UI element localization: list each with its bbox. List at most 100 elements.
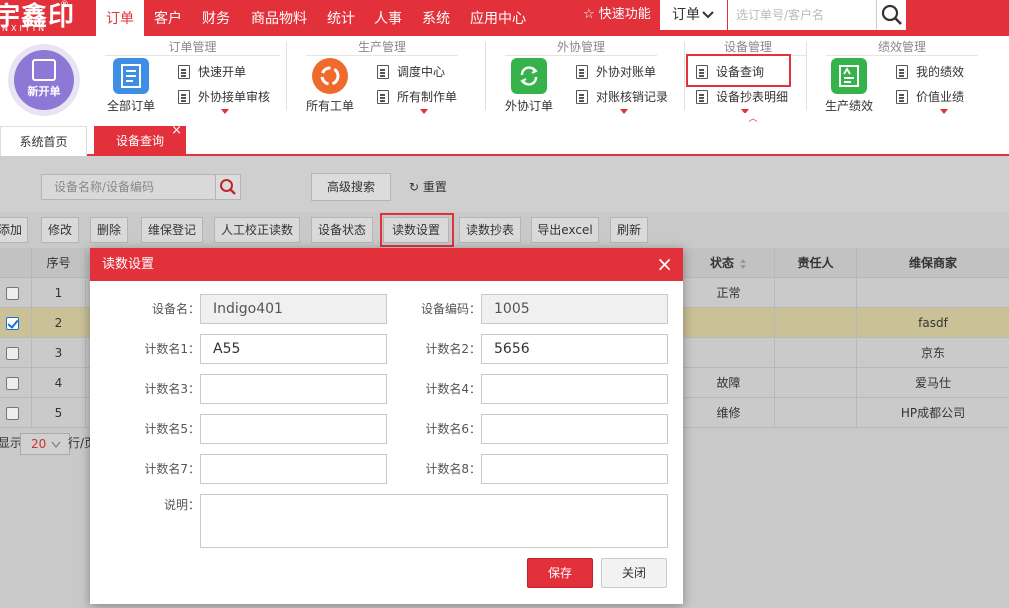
counter-6-field[interactable] — [481, 414, 668, 444]
row-vendor: fasdf — [918, 316, 948, 330]
row-owner — [775, 338, 857, 368]
header-status-label: 状态 — [709, 256, 734, 270]
search-type-select[interactable]: 订单 — [660, 0, 727, 30]
dispatch-center-label: 调度中心 — [397, 65, 446, 79]
production-performance-button[interactable]: 生产绩效 — [821, 58, 877, 116]
reset-button[interactable]: ↻ 重置 — [409, 178, 447, 195]
tab-equipment-query[interactable]: 设备查询 × — [94, 124, 186, 156]
close-icon[interactable]: × — [171, 124, 182, 138]
new-order-label: 新开单 — [27, 85, 61, 98]
document-icon — [377, 65, 389, 79]
counter-2-field[interactable]: 5656 — [481, 334, 668, 364]
quick-functions-label: 快速功能 — [598, 7, 651, 22]
device-name-field[interactable]: Indigo401 — [200, 294, 387, 324]
edit-icon — [32, 59, 56, 81]
page-size-select[interactable]: 20 — [20, 433, 70, 455]
nav-stats[interactable]: 统计 — [321, 0, 361, 36]
refresh-button[interactable]: 刷新 — [610, 217, 648, 243]
close-icon[interactable]: × — [656, 248, 673, 281]
cancel-button[interactable]: 关闭 — [601, 558, 667, 588]
edit-button[interactable]: 修改 — [41, 217, 79, 243]
counter-1-field[interactable]: A55 — [200, 334, 387, 364]
counter-3-field[interactable] — [200, 374, 387, 404]
caret-down-icon[interactable] — [420, 109, 428, 114]
counter-5-field[interactable] — [200, 414, 387, 444]
maintenance-register-button[interactable]: 维保登记 — [141, 217, 203, 243]
tab-home[interactable]: 系统首页 — [0, 126, 87, 156]
order-search-input[interactable] — [728, 0, 876, 30]
nav-hr[interactable]: 人事 — [368, 0, 408, 36]
outsource-orders-button[interactable]: 外协订单 — [501, 58, 557, 116]
add-button[interactable]: 添加 — [0, 217, 28, 243]
collapse-ribbon-icon[interactable]: ︿ — [741, 113, 765, 125]
row-no: 3 — [32, 338, 86, 368]
device-code-label: 设备编码： — [420, 302, 481, 316]
row-checkbox[interactable] — [6, 377, 19, 390]
caret-down-icon[interactable] — [940, 109, 948, 114]
counter-1-label: 计数名1： — [144, 342, 200, 356]
outsource-statement-button[interactable]: 外协对账单 — [574, 62, 656, 82]
my-performance-button[interactable]: 我的绩效 — [894, 62, 964, 82]
nav-goods[interactable]: 商品物料 — [245, 0, 313, 36]
outsource-review-button[interactable]: 外协接单审核 — [176, 87, 270, 107]
all-workorders-button[interactable]: 所有工单 — [302, 58, 358, 116]
advanced-search-button[interactable]: 高级搜索 — [311, 173, 391, 201]
counter-8-field[interactable] — [481, 454, 668, 484]
row-status — [683, 308, 775, 338]
counter-2-label: 计数名2： — [425, 342, 481, 356]
orders-list-icon — [113, 58, 149, 94]
row-owner — [775, 308, 857, 338]
row-owner — [775, 368, 857, 398]
equipment-search-button[interactable] — [215, 174, 241, 200]
nav-customer[interactable]: 客户 — [148, 0, 188, 36]
quick-functions[interactable]: ☆ 快速功能 — [583, 0, 651, 36]
reset-label: 重置 — [422, 180, 447, 194]
caret-down-icon[interactable] — [620, 109, 628, 114]
meter-reading-detail-button[interactable]: 设备抄表明细 — [694, 87, 788, 107]
order-search-button[interactable] — [876, 0, 906, 30]
device-code-field[interactable]: 1005 — [481, 294, 668, 324]
nav-app-center[interactable]: 应用中心 — [464, 0, 532, 36]
counter-4-field[interactable] — [481, 374, 668, 404]
new-order-button[interactable]: 新开单 — [8, 44, 80, 116]
counter-6-label: 计数名6： — [425, 422, 481, 436]
reconciliation-record-button[interactable]: 对账核销记录 — [574, 87, 668, 107]
all-orders-label: 全部订单 — [106, 99, 155, 113]
nav-order[interactable]: 订单 — [96, 0, 144, 36]
header-status[interactable]: 状态 — [683, 248, 775, 278]
all-production-sheets-button[interactable]: 所有制作单 — [375, 87, 457, 107]
description-textarea[interactable] — [200, 494, 668, 548]
nav-system[interactable]: 系统 — [416, 0, 456, 36]
row-checkbox[interactable] — [6, 407, 19, 420]
row-checkbox-checked[interactable] — [6, 317, 19, 330]
counter-5-label: 计数名5： — [144, 422, 200, 436]
search-type-label: 订单 — [672, 7, 700, 23]
counter-7-field[interactable] — [200, 454, 387, 484]
brand-logo[interactable]: 宇鑫印 ® NXIYIN — [0, 0, 95, 36]
logo-registered-mark: ® — [60, 0, 69, 10]
delete-button[interactable]: 删除 — [90, 217, 128, 243]
caret-down-icon[interactable] — [221, 109, 229, 114]
row-owner — [775, 278, 857, 308]
my-performance-label: 我的绩效 — [916, 65, 965, 79]
equipment-status-button[interactable]: 设备状态 — [311, 217, 373, 243]
document-icon — [696, 90, 708, 104]
dispatch-center-button[interactable]: 调度中心 — [375, 62, 445, 82]
value-performance-button[interactable]: 价值业绩 — [894, 87, 964, 107]
all-orders-button[interactable]: 全部订单 — [103, 58, 159, 116]
manual-correct-reading-button[interactable]: 人工校正读数 — [214, 217, 300, 243]
chevron-down-icon — [702, 11, 714, 19]
row-checkbox[interactable] — [6, 287, 19, 300]
logo-subtext: NXIYIN — [2, 24, 48, 33]
reading-record-button[interactable]: 读数抄表 — [459, 217, 521, 243]
equipment-search-input[interactable]: 设备名称/设备编码 — [41, 174, 216, 200]
quick-order-button[interactable]: 快速开单 — [176, 62, 246, 82]
export-excel-button[interactable]: 导出excel — [531, 217, 599, 243]
document-icon — [896, 90, 908, 104]
save-button[interactable]: 保存 — [527, 558, 593, 588]
tab-equipment-query-label: 设备查询 — [115, 134, 164, 148]
row-checkbox[interactable] — [6, 347, 19, 360]
row-status: 维修 — [683, 398, 775, 428]
search-icon — [881, 4, 902, 25]
nav-finance[interactable]: 财务 — [196, 0, 236, 36]
